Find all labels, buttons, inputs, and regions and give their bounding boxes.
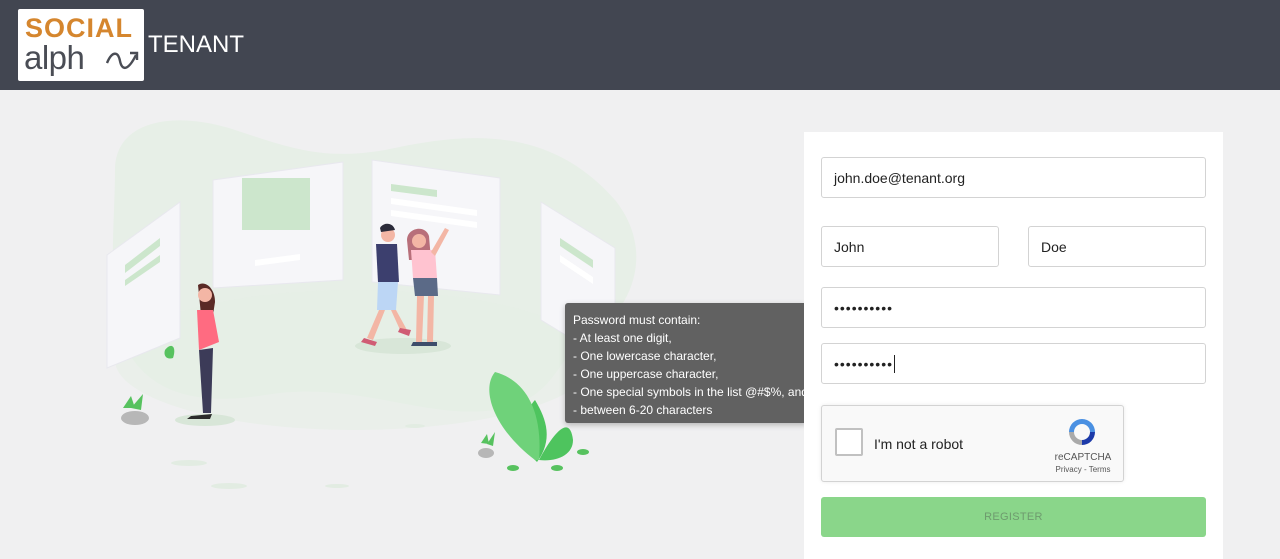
app-title: TENANT <box>148 31 244 58</box>
text-caret <box>894 354 896 373</box>
tooltip-line: - One special symbols in the list @#$%, … <box>573 385 808 399</box>
captcha-label: I'm not a robot <box>874 436 964 452</box>
logo-alpha-text: alph <box>24 39 85 76</box>
first-name-value: John <box>834 238 865 255</box>
social-alpha-logo[interactable]: SOCIAL alph <box>18 9 144 81</box>
password-requirements-tooltip: Password must contain: - At least one di… <box>565 303 808 423</box>
confirm-password-field[interactable]: •••••••••• <box>821 343 1206 384</box>
last-name-field[interactable]: Doe <box>1028 226 1206 267</box>
email-field[interactable]: john.doe@tenant.org <box>821 157 1206 198</box>
confirm-password-value: •••••••••• <box>834 355 894 372</box>
recaptcha-logo-icon <box>1069 419 1095 445</box>
first-name-field[interactable]: John <box>821 226 999 267</box>
captcha-checkbox[interactable] <box>835 428 863 456</box>
password-value: •••••••••• <box>834 299 894 316</box>
recaptcha-widget: I'm not a robot reCAPTCHA Privacy - Term… <box>821 405 1124 482</box>
logo-alpha-arrow-icon <box>106 51 139 69</box>
email-value: john.doe@tenant.org <box>834 169 965 186</box>
recaptcha-privacy-terms[interactable]: Privacy - Terms <box>1048 465 1118 474</box>
tooltip-line: - between 6-20 characters <box>573 403 713 417</box>
register-button[interactable]: REGISTER <box>821 497 1206 537</box>
last-name-value: Doe <box>1041 238 1067 255</box>
tooltip-line: Password must contain: <box>573 313 701 327</box>
tooltip-line: - One uppercase character, <box>573 367 719 381</box>
tooltip-line: - At least one digit, <box>573 331 672 345</box>
tooltip-line: - One lowercase character, <box>573 349 717 363</box>
top-header: SOCIAL alph TENANT <box>0 0 1280 90</box>
recaptcha-brand: reCAPTCHA <box>1054 452 1112 463</box>
password-field[interactable]: •••••••••• <box>821 287 1206 328</box>
